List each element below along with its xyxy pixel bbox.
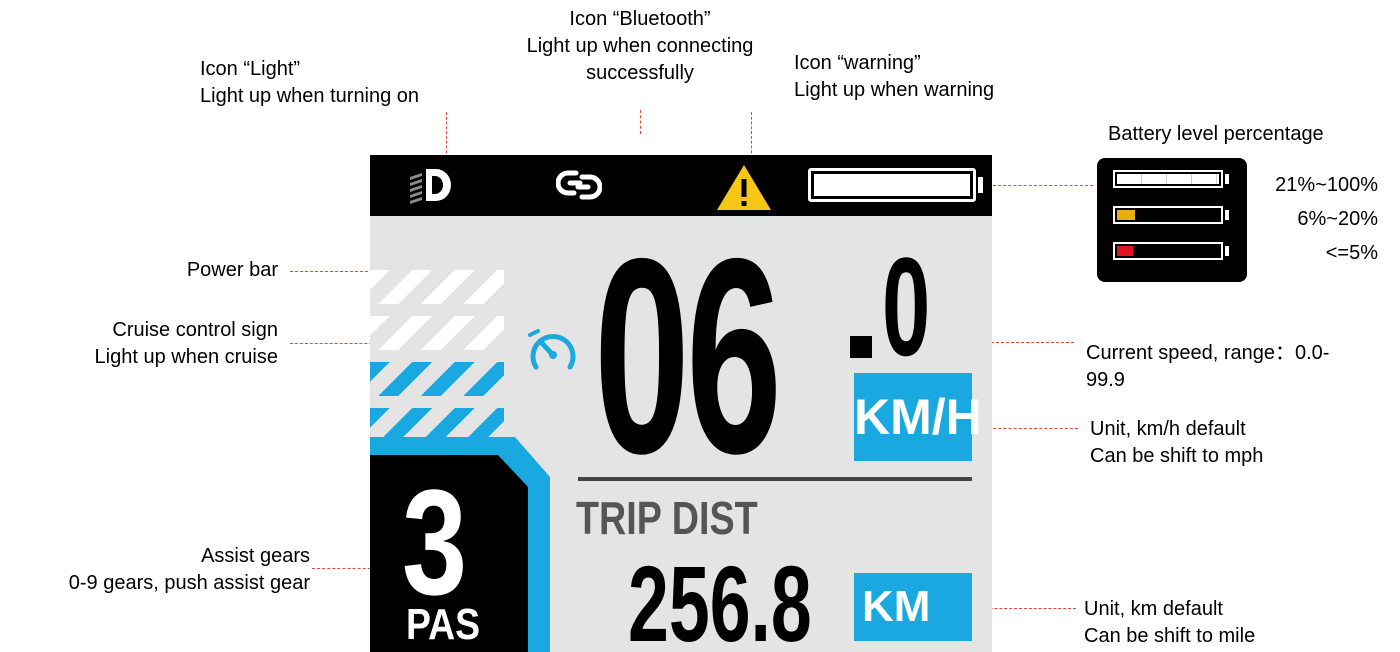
speed-annotation: Current speed, range：0.0- 99.9 bbox=[1086, 340, 1329, 394]
bike-display: 06 0 KM/H TRIP DIST 256.8 KM 3 PAS bbox=[370, 155, 992, 652]
speed-unit-annotation: Unit, km/h default Can be shift to mph bbox=[1090, 416, 1263, 470]
battery-legend bbox=[1097, 158, 1247, 282]
light-annotation-title: Icon “Light” bbox=[200, 58, 301, 80]
speed-value: 06 bbox=[594, 200, 782, 511]
warning-annotation-desc: Light up when warning bbox=[794, 79, 995, 101]
cruise-control-icon bbox=[528, 329, 576, 370]
assist-annotation-desc: 0-9 gears, push assist gear bbox=[68, 572, 310, 594]
light-annotation-desc: Light up when turning on bbox=[200, 85, 420, 107]
battery-fill bbox=[814, 174, 970, 196]
dist-unit-annotation: Unit, km default Can be shift to mile bbox=[1084, 596, 1255, 650]
battery-leader bbox=[993, 185, 1093, 186]
headlight-icon bbox=[410, 169, 451, 204]
assist-annotation: Assist gears 0-9 gears, push assist gear bbox=[4, 543, 310, 597]
bluetooth-leader bbox=[640, 110, 641, 134]
assist-gear-label: PAS bbox=[406, 600, 481, 649]
power-bar-annotation: Power bar bbox=[186, 259, 278, 281]
light-annotation: Icon “Light” Light up when turning on bbox=[200, 56, 419, 110]
divider bbox=[578, 477, 972, 481]
battery-range-3: <=5% bbox=[1325, 242, 1378, 264]
battery-range-1: 21%~100% bbox=[1275, 174, 1378, 196]
bluetooth-annotation-desc-2: successfully bbox=[586, 62, 694, 84]
cruise-annotation-title: Cruise control sign bbox=[112, 319, 278, 341]
battery-legend-full bbox=[1113, 170, 1223, 188]
battery-icon bbox=[808, 168, 976, 202]
light-leader bbox=[446, 112, 447, 158]
dist-unit-annotation-line1: Unit, km default bbox=[1084, 598, 1223, 620]
power-bar-segment bbox=[370, 270, 504, 304]
warning-annotation: Icon “warning” Light up when warning bbox=[794, 50, 994, 104]
speed-unit-annotation-line2: Can be shift to mph bbox=[1090, 445, 1264, 467]
dist-unit[interactable]: KM bbox=[854, 573, 972, 641]
speed-annotation-line1: Current speed, range：0.0- bbox=[1086, 342, 1330, 364]
power-bar-segment bbox=[370, 362, 504, 396]
bluetooth-annotation-title: Icon “Bluetooth” bbox=[569, 8, 711, 30]
assist-gear-value[interactable]: 3 bbox=[402, 467, 467, 617]
bluetooth-annotation: Icon “Bluetooth” Light up when connectin… bbox=[500, 6, 780, 87]
assist-annotation-title: Assist gears bbox=[201, 545, 310, 567]
speed-unit[interactable]: KM/H bbox=[854, 373, 982, 461]
power-bar-segment bbox=[370, 316, 504, 350]
dist-unit-annotation-line2: Can be shift to mile bbox=[1084, 625, 1256, 647]
warning-leader bbox=[751, 112, 752, 158]
battery-range-2: 6%~20% bbox=[1297, 208, 1378, 230]
battery-legend-critical bbox=[1113, 242, 1223, 260]
speed-unit-annotation-line1: Unit, km/h default bbox=[1090, 418, 1246, 440]
warning-annotation-title: Icon “warning” bbox=[794, 52, 921, 74]
trip-dist-value: 256.8 bbox=[628, 543, 812, 652]
speed-decimal-point bbox=[850, 336, 872, 358]
battery-legend-low bbox=[1113, 206, 1223, 224]
speed-unit-leader bbox=[988, 428, 1078, 429]
trip-dist-label: TRIP DIST bbox=[576, 492, 758, 544]
bluetooth-annotation-desc-1: Light up when connecting bbox=[526, 35, 754, 57]
speed-decimal: 0 bbox=[882, 228, 931, 385]
cruise-annotation: Cruise control sign Light up when cruise bbox=[20, 317, 278, 371]
power-bar-segment bbox=[370, 408, 504, 442]
battery-annotation-title: Battery level percentage bbox=[1108, 123, 1324, 145]
bluetooth-link-icon bbox=[556, 170, 602, 200]
cruise-annotation-desc: Light up when cruise bbox=[94, 346, 278, 368]
speed-annotation-line2: 99.9 bbox=[1086, 369, 1125, 391]
